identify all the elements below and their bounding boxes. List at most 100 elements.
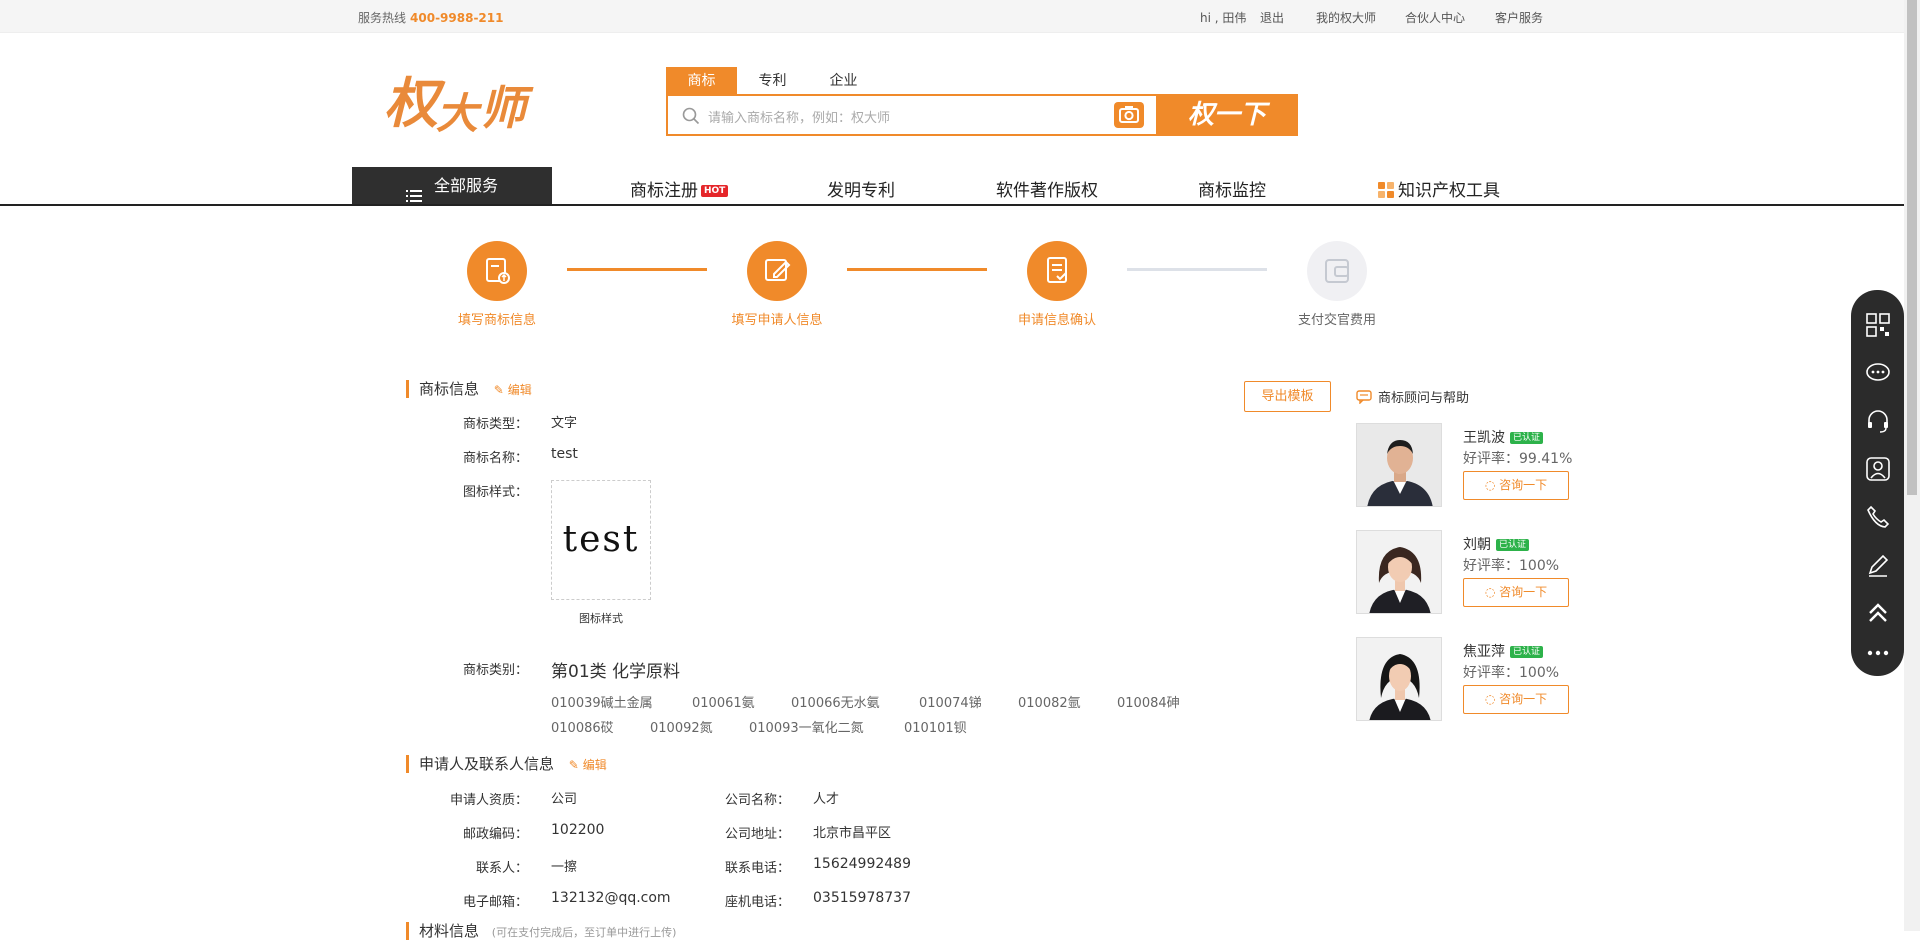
applicant-info-section: 申请人及联系人信息 ✎ 编辑 [406, 755, 607, 773]
field-label: 公司地址： [724, 827, 790, 842]
headset-icon[interactable] [1865, 408, 1891, 434]
step-4-label: 支付交官费用 [1297, 313, 1376, 328]
consult-button[interactable]: ◌ 咨询一下 [1463, 685, 1569, 714]
subclass-item: 010039碱土金属 [551, 696, 653, 711]
nav-software-copyright[interactable]: 软件著作版权 [996, 176, 1098, 201]
rating-label: 好评率： [1463, 665, 1519, 681]
trademark-info-section: 商标信息 ✎ 编辑 [406, 380, 532, 398]
partner-center-link[interactable]: 合伙人中心 [1405, 9, 1465, 26]
tab-patent[interactable]: 专利 [737, 67, 808, 95]
trademark-image: test [551, 480, 651, 600]
consult-button[interactable]: ◌ 咨询一下 [1463, 471, 1569, 500]
phone-icon[interactable] [1865, 504, 1891, 530]
step-3-icon [1027, 241, 1087, 301]
field-label: 座机电话： [724, 895, 790, 910]
consult-label: 咨询一下 [1499, 478, 1548, 492]
subclass-item: 010092氮 [650, 721, 713, 736]
rating-label: 好评率： [1463, 451, 1519, 467]
all-services-button[interactable]: 全部服务 [352, 167, 552, 205]
hotline-label: 服务热线 [358, 11, 407, 25]
step-2-icon [747, 241, 807, 301]
greeting[interactable]: hi , 田伟 [1200, 9, 1246, 26]
search-input[interactable]: 请输入商标名称，例如：权大师 [708, 107, 890, 126]
nav-trademark-monitor[interactable]: 商标监控 [1198, 176, 1266, 201]
nav-label: 商标注册 [630, 181, 698, 201]
back-to-top-icon[interactable] [1865, 600, 1891, 626]
logo[interactable]: 权 大 师 [380, 62, 540, 142]
search-button[interactable]: 权一下 [1156, 94, 1298, 136]
field-label: 电子邮箱： [462, 895, 528, 910]
trademark-image-text: test [562, 519, 640, 560]
all-services-label: 全部服务 [434, 176, 499, 195]
section-title: 申请人及联系人信息 [419, 755, 555, 773]
help-title: 商标顾问与帮助 [1378, 391, 1470, 406]
field-value: 102200 [551, 822, 605, 838]
material-note: (可在支付完成后，至订单中进行上传) [491, 926, 677, 939]
customer-service-link[interactable]: 客户服务 [1495, 9, 1543, 26]
rating-value: 100% [1519, 665, 1560, 681]
step-connector [1127, 268, 1267, 271]
field-value: 人才 [813, 792, 840, 807]
field-label: 联系电话： [724, 861, 790, 876]
field-value: 北京市昌平区 [813, 826, 892, 841]
chat-icon: ◌ [1484, 585, 1496, 599]
logout-link[interactable]: 退出 [1260, 9, 1284, 26]
edit-trademark-link[interactable]: ✎ 编辑 [494, 383, 532, 397]
pen-icon[interactable] [1865, 552, 1891, 578]
advisor-rating: 好评率：99.41% [1463, 448, 1572, 468]
edit-icon: ✎ [493, 383, 504, 397]
step-3-label: 申请信息确认 [1017, 313, 1096, 328]
hot-badge: HOT [701, 185, 729, 197]
avatar [1356, 423, 1442, 507]
subclass-item: 010082氩 [1018, 696, 1081, 711]
field-label: 联系人： [475, 861, 528, 876]
step-connector [847, 268, 987, 271]
chat-icon: ◌ [1484, 478, 1496, 492]
step-1-label: 填写商标信息 [457, 313, 536, 328]
scrollbar-thumb[interactable] [1907, 0, 1917, 495]
field-label: 申请人资质： [449, 793, 528, 808]
field-label: 邮政编码： [462, 827, 528, 842]
my-account-link[interactable]: 我的权大师 [1316, 9, 1376, 26]
more-icon[interactable] [1865, 640, 1891, 666]
user-icon[interactable] [1865, 456, 1891, 482]
subclass-item: 010093一氧化二氮 [749, 721, 864, 736]
step-4-icon [1307, 241, 1367, 301]
rating-label: 好评率： [1463, 558, 1519, 574]
search-tabs: 商标 专利 企业 [666, 67, 879, 95]
export-template-button[interactable]: 导出模板 [1244, 381, 1331, 412]
search-box: 请输入商标名称，例如：权大师 权一下 [666, 94, 1298, 136]
rating-value: 100% [1519, 558, 1560, 574]
nav-invention-patent[interactable]: 发明专利 [827, 176, 895, 201]
nav-trademark-registration[interactable]: 商标注册 HOT [630, 176, 729, 201]
logo-mark: 权 大 师 [384, 71, 534, 138]
side-toolbar [1851, 290, 1904, 676]
avatar [1356, 637, 1442, 721]
chat-bubble-icon [1356, 390, 1372, 408]
advisor-name-text: 王凯波 [1463, 430, 1505, 446]
section-title: 商标信息 [419, 380, 480, 398]
advisor-name-text: 刘朝 [1463, 537, 1491, 553]
hotline: 服务热线 400-9988-211 [358, 9, 503, 26]
material-info-section: 材料信息 (可在支付完成后，至订单中进行上传) [406, 922, 676, 940]
consult-button[interactable]: ◌ 咨询一下 [1463, 578, 1569, 607]
advisor-rating: 好评率：100% [1463, 662, 1559, 682]
certified-badge: 已认证 [1510, 646, 1544, 658]
nav-ip-tools[interactable]: 知识产权工具 [1378, 176, 1500, 203]
style-label: 图标样式： [462, 485, 528, 500]
subclass-item: 010101钡 [904, 721, 967, 736]
style-caption: 图标样式 [579, 612, 623, 625]
camera-icon[interactable] [1114, 102, 1144, 128]
tab-company[interactable]: 企业 [808, 67, 879, 95]
edit-applicant-link[interactable]: ✎ 编辑 [569, 758, 607, 772]
chat-icon[interactable] [1865, 360, 1891, 386]
subclass-item: 010086砹 [551, 721, 614, 736]
advisor-name: 王凯波 已认证 [1463, 427, 1544, 447]
subclass-item: 010066无水氨 [791, 696, 880, 711]
chat-icon: ◌ [1484, 692, 1496, 706]
tab-trademark[interactable]: 商标 [666, 67, 737, 95]
rating-value: 99.41% [1519, 451, 1573, 467]
qrcode-icon[interactable] [1865, 312, 1891, 338]
field-value: 15624992489 [813, 856, 911, 872]
name-value: test [551, 446, 578, 462]
